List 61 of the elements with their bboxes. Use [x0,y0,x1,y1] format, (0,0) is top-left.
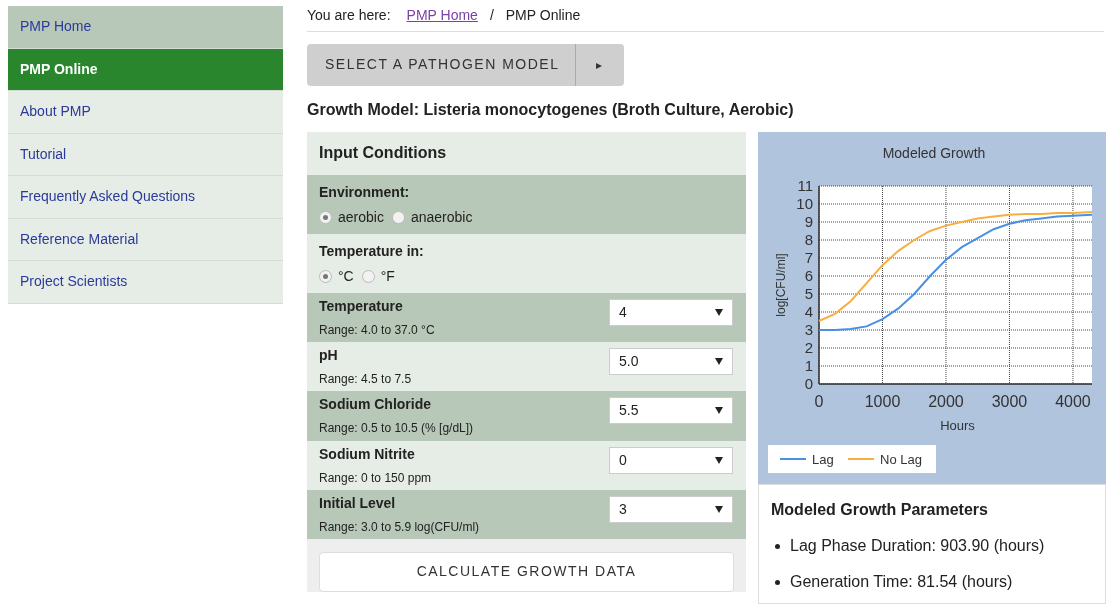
field-label: pH [319,346,339,366]
radio-label: °F [380,266,395,286]
range-text: Range: 4.0 to 37.0 °C [319,321,435,339]
y-tick-label: 11 [797,177,813,194]
select-field[interactable]: 3 [609,495,733,523]
y-tick-label: 9 [804,213,813,230]
radio-label: aerobic [338,207,384,227]
parameter-text: Generation Time: 81.54 (hours) [790,572,1013,592]
x-tick-label: 2000 [928,393,964,410]
y-tick-label: 5 [804,285,813,302]
select-field[interactable]: 5.5 [609,397,733,425]
legend-label: No Lag [880,452,922,467]
y-tick-label: 2 [804,339,813,356]
range-text: Range: 0 to 150 ppm [319,469,432,487]
parameters-title: Modeled Growth Parameters [771,500,989,520]
y-tick-label: 10 [796,195,813,212]
sidebar-item[interactable]: Project Scientists [8,261,283,304]
range-text: Range: 4.5 to 7.5 [319,371,412,389]
x-tick-label: 0 [814,393,824,410]
group-label: Temperature in: [319,241,425,261]
sidebar-item[interactable]: Frequently Asked Questions [8,176,283,219]
model-title: Growth Model: Listeria monocytogenes (Broth Culture, Aerobic) [307,100,795,120]
field-label: Temperature [319,296,404,316]
select-field[interactable]: 0 [609,446,733,474]
range-text: Range: 3.0 to 5.9 log(CFU/ml) [319,518,480,536]
legend-label: Lag [812,452,834,467]
radio-label: anaerobic [410,207,473,227]
range-text: Range: 0.5 to 10.5 (% [g/dL]) [319,420,474,438]
x-tick-label: 3000 [991,393,1028,410]
x-tick-label: 4000 [1055,393,1091,410]
breadcrumb-current: PMP Online [505,6,581,26]
y-tick-label: 7 [804,249,813,266]
select-model-button[interactable]: SELECT A PATHOGEN MODEL ▸ [307,43,624,86]
x-axis-title: Hours [940,418,975,433]
panel-title: Input Conditions [307,132,746,175]
y-axis-title: log[CFU/ml] [774,253,788,317]
sidebar-item[interactable]: PMP Home [8,6,283,49]
parameter-text: Lag Phase Duration: 903.90 (hours) [790,536,1045,556]
x-tick-label: 1000 [864,393,901,410]
calculate-button[interactable]: CALCULATE GROWTH DATA [319,552,734,592]
field-label: Sodium Nitrite [319,444,416,464]
breadcrumb-separator: / [489,6,494,26]
y-tick-label: 1 [804,357,813,374]
breadcrumb-label: You are here: [307,6,391,26]
sidebar-item[interactable]: PMP Online [8,48,283,91]
y-tick-label: 8 [804,231,813,248]
group-label: Environment: [319,182,411,202]
field-label: Sodium Chloride [319,395,432,415]
chart-title: Modeled Growth [882,145,986,161]
sidebar-item[interactable]: Tutorial [8,133,283,176]
breadcrumb-link[interactable]: PMP Home [406,5,478,27]
sidebar-item[interactable]: Reference Material [8,218,283,261]
y-tick-label: 4 [804,303,813,320]
y-tick-label: 0 [804,375,813,392]
y-tick-label: 3 [804,321,813,338]
select-field[interactable]: 4 [609,298,733,326]
field-label: Initial Level [319,493,397,513]
sidebar-item[interactable]: About PMP [8,91,283,134]
y-tick-label: 6 [804,267,813,284]
select-field[interactable]: 5.0 [609,348,733,376]
radio-label: °C [338,266,354,286]
